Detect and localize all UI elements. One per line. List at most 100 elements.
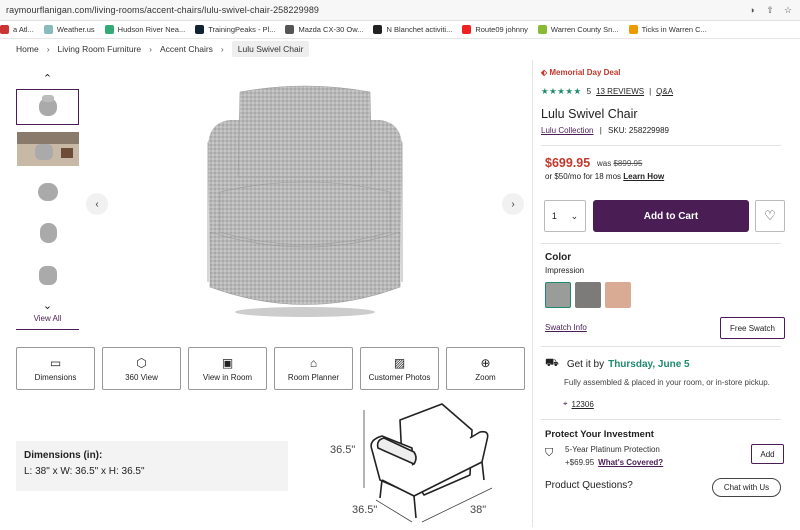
star-icon[interactable]: ☆ <box>782 4 794 16</box>
shield-check-icon: ⛉ <box>545 447 554 459</box>
was-price: was $899.95 <box>597 159 642 168</box>
feature-button-view-in-room[interactable]: ▣ View in Room <box>188 347 267 390</box>
swatch-info-link[interactable]: Swatch Info <box>545 323 587 332</box>
swatch-gray[interactable] <box>575 282 601 308</box>
favicon-icon <box>537 25 547 34</box>
divider <box>541 145 781 146</box>
feature-button-dimensions[interactable]: ▭ Dimensions <box>16 347 95 390</box>
feature-button-room-planner[interactable]: ⌂ Room Planner <box>274 347 353 390</box>
main-product-image[interactable] <box>200 82 410 320</box>
protect-title: Protect Your Investment <box>545 429 654 440</box>
chevron-up-icon[interactable]: ⌃ <box>16 72 79 86</box>
bookmark-item[interactable]: Warren County Sn... <box>537 25 619 34</box>
feature-label: Dimensions <box>34 372 77 382</box>
favicon-icon <box>462 25 472 34</box>
rating-row: ★★★★★ 5 13 REVIEWS | Q&A <box>541 86 673 97</box>
bookmark-item[interactable]: Ticks in Warren C... <box>628 25 707 34</box>
planner-icon: ⌂ <box>309 355 318 370</box>
bookmark-item[interactable]: TrainingPeaks - Pl... <box>195 25 275 34</box>
feature-button-zoom[interactable]: ⊕ Zoom <box>446 347 525 390</box>
wishlist-button[interactable]: ♡ <box>755 200 785 232</box>
chevron-down-icon: ⌄ <box>570 210 579 221</box>
breadcrumb-accent-chairs[interactable]: Accent Chairs <box>160 44 213 54</box>
thumbnail-3[interactable] <box>16 173 79 209</box>
thumbnail-strip: ⌃ ⌄ <box>16 72 79 313</box>
share-icon[interactable]: ⇧ <box>764 4 776 16</box>
url-text[interactable]: raymourflanigan.com/living-rooms/accent-… <box>6 5 740 15</box>
product-title: Lulu Swivel Chair <box>541 107 638 121</box>
thumbnail-2[interactable] <box>16 131 79 167</box>
bookmark-label: N Blanchet activiti... <box>386 25 453 34</box>
collection-link[interactable]: Lulu Collection <box>541 126 593 135</box>
promo-text: Memorial Day Deal <box>549 68 621 77</box>
separator: | <box>649 87 652 96</box>
feature-label: Room Planner <box>287 372 340 382</box>
add-protection-button[interactable]: Add <box>751 444 784 464</box>
free-swatch-button[interactable]: Free Swatch <box>720 317 785 339</box>
qa-link[interactable]: Q&A <box>656 87 673 96</box>
ruler-icon: ▭ <box>49 355 62 370</box>
shield-icon[interactable]: ◑ <box>746 4 758 16</box>
zip-link[interactable]: 12306 <box>572 400 594 409</box>
chevron-right-icon: › <box>511 198 515 210</box>
separator: | <box>599 126 602 135</box>
feature-label: Zoom <box>475 372 496 382</box>
prev-image-button[interactable]: ‹ <box>86 193 108 215</box>
feature-label: Customer Photos <box>368 372 431 382</box>
feature-button-customer-photos[interactable]: ▨ Customer Photos <box>360 347 439 390</box>
was-label: was <box>597 159 612 168</box>
financing-label: or $50/mo for 18 mos <box>545 172 622 181</box>
favicon-icon <box>285 25 295 34</box>
add-to-cart-button[interactable]: Add to Cart <box>593 200 749 232</box>
bookmark-item[interactable]: Route09 johnny <box>462 25 528 34</box>
swatch-blush[interactable] <box>605 282 631 308</box>
bookmark-label: a Atl... <box>13 25 34 34</box>
divider <box>541 243 781 244</box>
zip-row: ⌖ 12306 <box>563 399 594 409</box>
bookmark-item[interactable]: Weather.us <box>43 25 95 34</box>
chevron-down-icon[interactable]: ⌄ <box>16 299 79 313</box>
swatch-impression[interactable] <box>545 282 571 308</box>
chevron-right-icon: › <box>220 44 224 54</box>
view-all-link[interactable]: View All <box>16 314 79 330</box>
thumbnail-4[interactable] <box>16 215 79 251</box>
next-image-button[interactable]: › <box>502 193 524 215</box>
breadcrumb-home[interactable]: Home <box>16 44 39 54</box>
length-label: 38" <box>470 504 487 516</box>
feature-label: 360 View <box>125 372 158 382</box>
bookmark-label: Route09 johnny <box>475 25 528 34</box>
room-icon: ▣ <box>221 355 234 370</box>
bookmark-label: Hudson River Nea... <box>117 25 186 34</box>
truck-icon: ⛟ <box>545 357 559 369</box>
reviews-link[interactable]: 13 REVIEWS <box>596 87 644 96</box>
bookmark-item[interactable]: a Atl... <box>0 25 34 34</box>
breadcrumb-living-room[interactable]: Living Room Furniture <box>58 44 142 54</box>
zoom-icon: ⊕ <box>480 355 491 370</box>
whats-covered-link[interactable]: What's Covered? <box>598 458 663 467</box>
favicon-icon <box>195 25 205 34</box>
bookmark-item[interactable]: N Blanchet activiti... <box>373 25 452 34</box>
bookmark-item[interactable]: Mazda CX-30 Ow... <box>285 25 363 34</box>
protection-plan: 5-Year Platinum Protection +$69.95 What's… <box>565 443 663 469</box>
favicon-icon <box>43 25 53 34</box>
sale-price: $699.95 <box>545 156 591 170</box>
thumbnail-1[interactable] <box>16 89 79 125</box>
photo-icon: ▨ <box>393 355 406 370</box>
feature-buttons: ▭ Dimensions ⬡ 360 View ▣ View in Room ⌂ Room P… <box>16 347 525 390</box>
favicon-icon <box>628 25 638 34</box>
assembled-text: Fully assembled & placed in your room, o… <box>564 378 770 387</box>
heart-icon: ♡ <box>764 208 776 223</box>
plan-name: 5-Year Platinum Protection <box>565 445 660 454</box>
bookmark-item[interactable]: Hudson River Nea... <box>104 25 186 34</box>
height-label: 36.5" <box>330 444 356 456</box>
promo-badge: ⬖ Memorial Day Deal <box>541 68 621 77</box>
chat-button[interactable]: Chat with Us <box>712 478 781 497</box>
learn-how-link[interactable]: Learn How <box>623 172 664 181</box>
delivery-date: Thursday, June 5 <box>608 358 690 370</box>
address-bar[interactable]: raymourflanigan.com/living-rooms/accent-… <box>0 0 800 21</box>
feature-button-360-view[interactable]: ⬡ 360 View <box>102 347 181 390</box>
quantity-select[interactable]: 1 ⌄ <box>544 200 586 232</box>
thumbnail-5[interactable] <box>16 257 79 293</box>
delivery-row: ⛟ Get it by Thursday, June 5 <box>545 357 690 371</box>
breadcrumb-current: Lulu Swivel Chair <box>231 41 310 57</box>
